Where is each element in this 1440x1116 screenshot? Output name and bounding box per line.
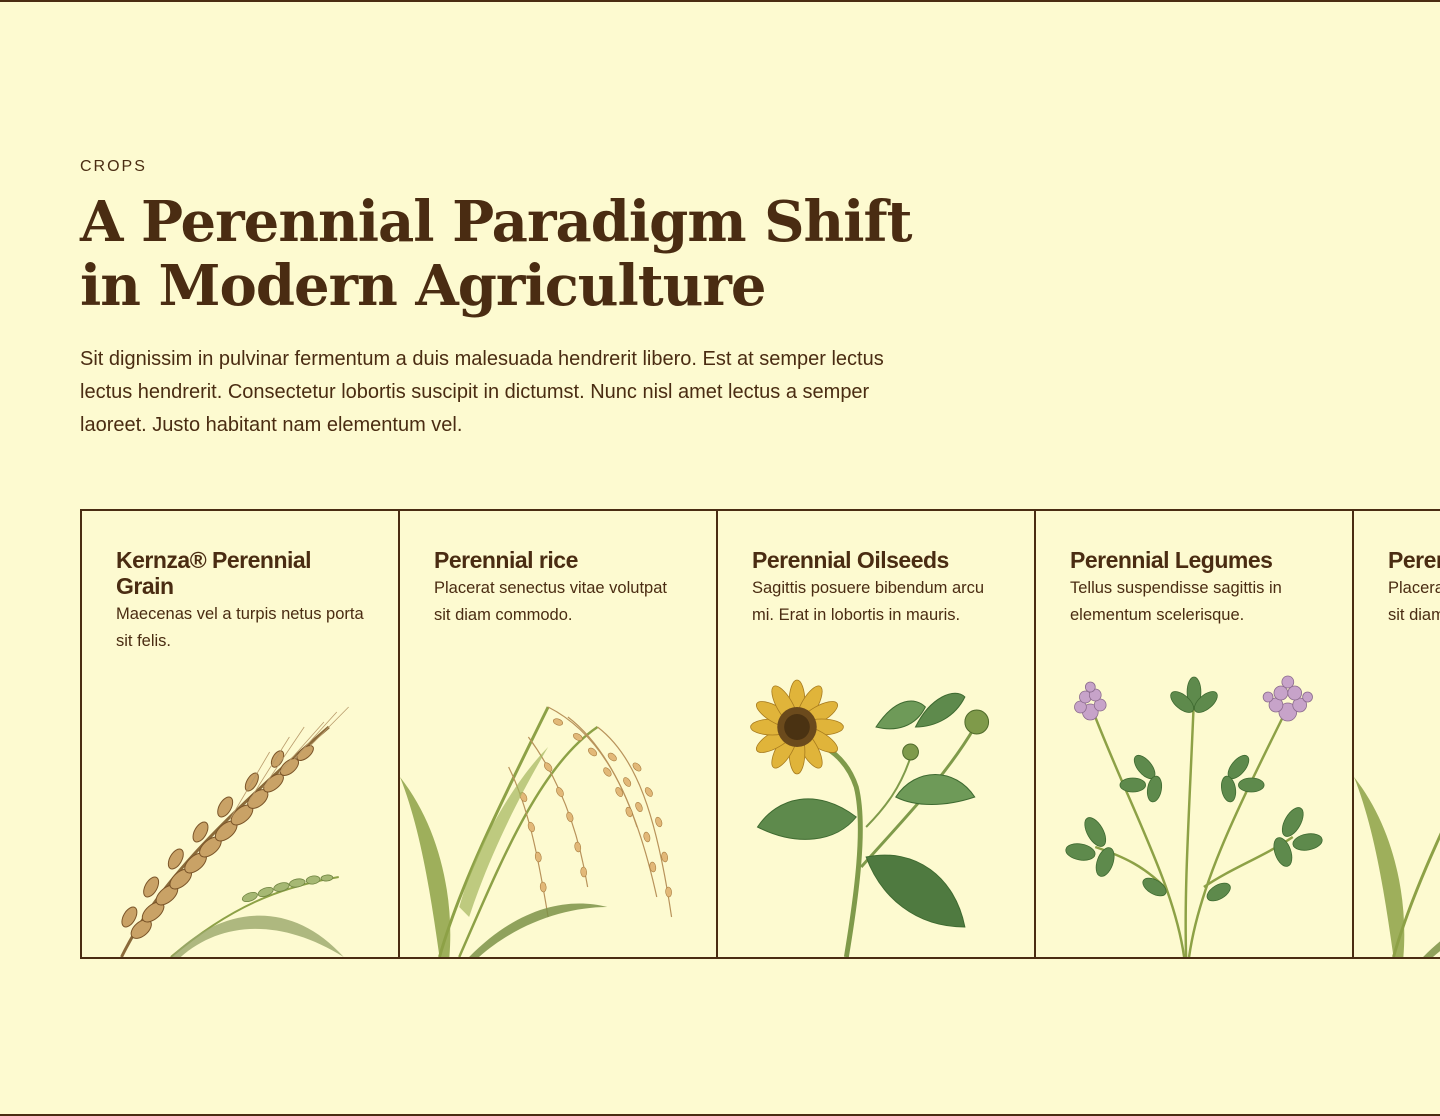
crop-card-description: Maecenas vel a turpis netus porta sit fe… — [116, 605, 364, 650]
crops-section: CROPS A Perennial Paradigm Shift in Mode… — [80, 156, 980, 442]
crop-card-legumes[interactable]: Perennial Legumes Tellus suspendisse sag… — [1034, 509, 1354, 959]
crop-card-title: Kernza® Perennial Grain — [116, 547, 312, 599]
crop-card-description: Placerat senectus vitae volutpat sit dia… — [1388, 579, 1440, 624]
clover-illustration — [1036, 667, 1352, 957]
crop-card-description: Sagittis posuere bibendum arcu mi. Erat … — [752, 579, 985, 624]
crop-card-rice-repeat[interactable]: Perennial rice Placerat senectus vitae v… — [1352, 509, 1440, 959]
crop-card-oilseeds[interactable]: Perennial Oilseeds Sagittis posuere bibe… — [716, 509, 1036, 959]
crop-card-description: Placerat senectus vitae volutpat sit dia… — [434, 579, 667, 624]
crop-carousel[interactable]: Kernza® Perennial Grain Maecenas vel a t… — [80, 509, 1440, 959]
rice-illustration — [1354, 667, 1440, 957]
crop-card-track: Kernza® Perennial Grain Maecenas vel a t… — [80, 509, 1440, 959]
section-eyebrow: CROPS — [80, 158, 147, 175]
top-border — [0, 0, 1440, 2]
sunflower-illustration — [718, 667, 1034, 957]
section-lede: Sit dignissim in pulvinar fermentum a du… — [80, 348, 884, 436]
crop-card-title: Perennial Legumes — [1070, 547, 1273, 573]
crop-card-title: Perennial rice — [434, 547, 578, 573]
rice-illustration — [400, 667, 716, 957]
crop-card-title: Perennial rice — [1388, 547, 1440, 573]
wheat-illustration — [82, 667, 398, 957]
crop-card-rice[interactable]: Perennial rice Placerat senectus vitae v… — [398, 509, 718, 959]
section-headline: A Perennial Paradigm Shift in Modern Agr… — [80, 189, 912, 319]
crop-card-kernza[interactable]: Kernza® Perennial Grain Maecenas vel a t… — [80, 509, 400, 959]
crop-card-description: Tellus suspendisse sagittis in elementum… — [1070, 579, 1282, 624]
crop-card-title: Perennial Oilseeds — [752, 547, 949, 573]
